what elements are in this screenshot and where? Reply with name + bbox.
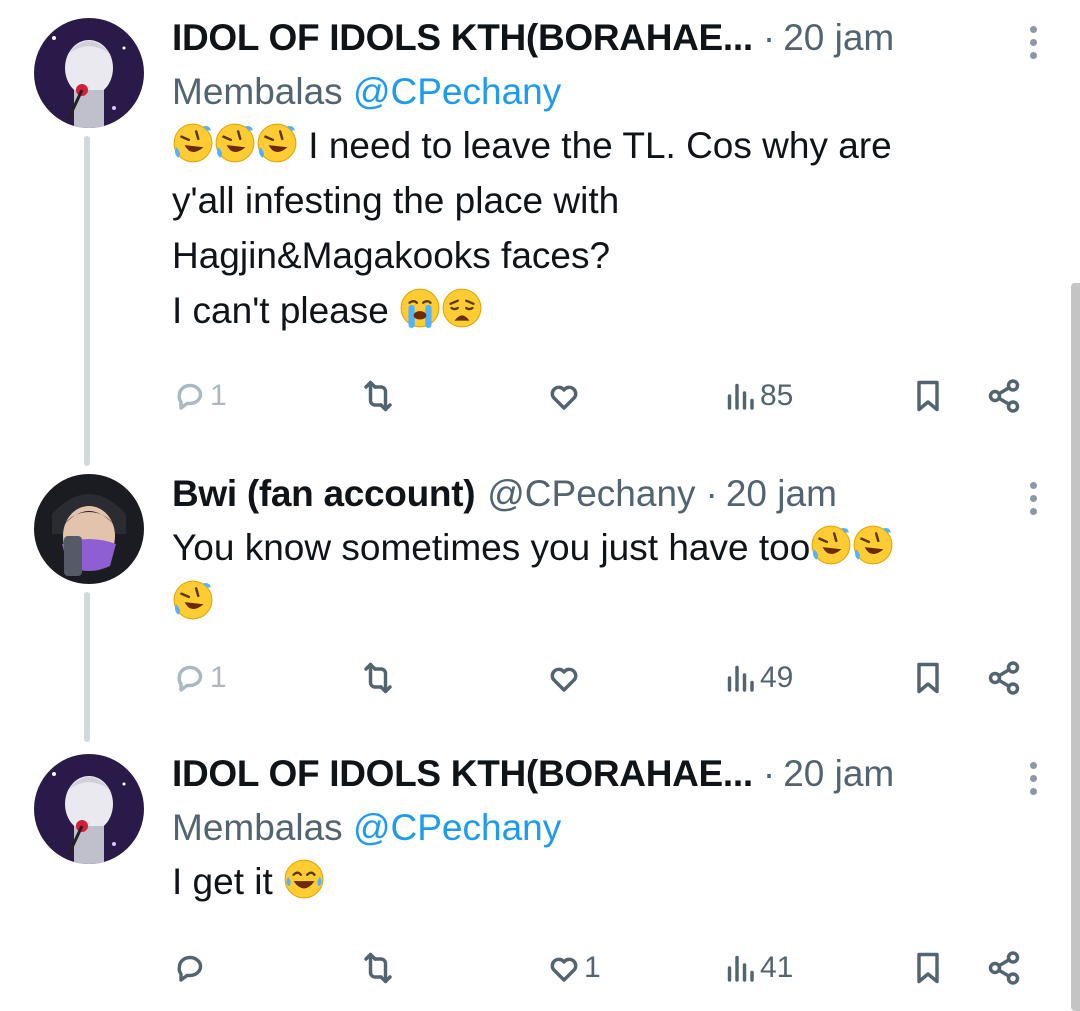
bookmark-icon [910, 950, 946, 986]
retweet-button[interactable] [360, 950, 398, 986]
tweet-text-line: You know sometimes you just have too [172, 527, 811, 568]
loudly-crying-emoji [399, 287, 441, 329]
like-icon [546, 950, 582, 986]
thread-line-1 [84, 136, 90, 466]
reply-icon [172, 950, 208, 986]
retweet-icon [360, 950, 396, 986]
tweet-2[interactable]: Bwi (fan account) @CPechany · 20 jam You… [172, 472, 1040, 630]
like-count: 1 [584, 951, 601, 984]
tweet-text-line: Hagjin&Magakooks faces? [172, 235, 611, 276]
separator: · [762, 17, 776, 58]
tweet-1[interactable]: IDOL OF IDOLS KTH(BORAHAE... · 20 jam Me… [172, 16, 1040, 338]
retweet-button[interactable] [360, 378, 398, 414]
replying-to: Membalas @CPechany [172, 806, 1040, 850]
tweet-header: IDOL OF IDOLS KTH(BORAHAE... · 20 jam [172, 752, 1040, 796]
tweet-text-line: I need to leave the TL. Cos why are [298, 125, 892, 166]
timestamp[interactable]: 20 jam [783, 16, 894, 60]
tweet-3[interactable]: IDOL OF IDOLS KTH(BORAHAE... · 20 jam Me… [172, 752, 1040, 909]
action-bar: 1 41 [172, 950, 1034, 990]
action-bar: 1 49 [172, 660, 1034, 700]
mention-link[interactable]: @CPechany [353, 807, 561, 848]
reply-button[interactable]: 1 [172, 660, 227, 696]
display-name[interactable]: Bwi (fan account) [172, 472, 476, 516]
timestamp[interactable]: 20 jam [783, 752, 894, 796]
share-icon [986, 950, 1022, 986]
replying-label: Membalas [172, 807, 343, 848]
bookmark-button[interactable] [910, 378, 946, 414]
rofl-emoji [810, 524, 852, 566]
timestamp[interactable]: 20 jam [726, 472, 837, 516]
views-icon [722, 660, 758, 696]
rofl-emoji [172, 579, 214, 621]
view-count: 49 [760, 661, 794, 694]
more-icon[interactable] [1026, 26, 1040, 59]
views-button[interactable]: 41 [722, 950, 793, 986]
views-icon [722, 950, 758, 986]
bookmark-icon [910, 660, 946, 696]
separator: · [705, 473, 718, 514]
display-name[interactable]: IDOL OF IDOLS KTH(BORAHAE... [172, 16, 753, 60]
share-button[interactable] [986, 660, 1022, 696]
bookmark-icon [910, 378, 946, 414]
retweet-icon [360, 660, 396, 696]
share-button[interactable] [986, 950, 1022, 986]
avatar[interactable] [34, 754, 144, 864]
replying-label: Membalas [172, 71, 343, 112]
like-icon [546, 378, 582, 414]
avatar[interactable] [34, 18, 144, 128]
tears-of-joy-emoji [283, 858, 325, 900]
rofl-emoji [256, 122, 298, 164]
tweet-header: IDOL OF IDOLS KTH(BORAHAE... · 20 jam [172, 16, 1040, 60]
scrollbar[interactable] [1071, 283, 1080, 1011]
user-handle[interactable]: @CPechany [487, 472, 695, 516]
reply-icon [172, 660, 208, 696]
action-bar: 1 85 [172, 378, 1034, 418]
mention-link[interactable]: @CPechany [353, 71, 561, 112]
rofl-emoji [172, 122, 214, 164]
rofl-emoji [852, 524, 894, 566]
avatar[interactable] [34, 474, 144, 584]
weary-emoji [441, 287, 483, 329]
reply-icon [172, 378, 208, 414]
views-icon [722, 378, 758, 414]
share-icon [986, 660, 1022, 696]
like-button[interactable] [546, 378, 584, 414]
bookmark-button[interactable] [910, 660, 946, 696]
tweet-text: I need to leave the TL. Cos why are y'al… [172, 118, 1040, 338]
retweet-icon [360, 378, 396, 414]
reply-count: 1 [210, 661, 227, 694]
tweet-text-line: y'all infesting the place with [172, 180, 620, 221]
view-count: 85 [760, 379, 794, 412]
bookmark-button[interactable] [910, 950, 946, 986]
tweet-text: I get it [172, 854, 1040, 909]
tweet-text: You know sometimes you just have too [172, 520, 1040, 630]
more-icon[interactable] [1026, 482, 1040, 515]
display-name[interactable]: IDOL OF IDOLS KTH(BORAHAE... [172, 752, 753, 796]
thread-line-2 [84, 592, 90, 742]
reply-button[interactable]: 1 [172, 378, 227, 414]
like-button[interactable] [546, 660, 584, 696]
tweet-header: Bwi (fan account) @CPechany · 20 jam [172, 472, 1040, 516]
tweet-text-line: I can't please [172, 290, 400, 331]
rofl-emoji [214, 122, 256, 164]
separator: · [762, 753, 776, 794]
replying-to: Membalas @CPechany [172, 70, 1040, 114]
tweet-text-line: I get it [172, 861, 284, 902]
like-icon [546, 660, 582, 696]
view-count: 41 [760, 951, 794, 984]
share-button[interactable] [986, 378, 1022, 414]
reply-count: 1 [210, 379, 227, 412]
retweet-button[interactable] [360, 660, 398, 696]
reply-button[interactable] [172, 950, 210, 986]
like-button[interactable]: 1 [546, 950, 601, 986]
share-icon [986, 378, 1022, 414]
views-button[interactable]: 49 [722, 660, 793, 696]
views-button[interactable]: 85 [722, 378, 793, 414]
more-icon[interactable] [1026, 762, 1040, 795]
